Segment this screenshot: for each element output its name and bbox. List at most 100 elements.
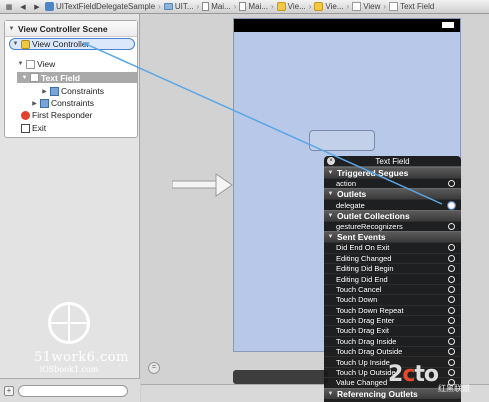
document-outline: ▼ View Controller Scene ▼ View Controlle…	[0, 14, 140, 402]
add-icon[interactable]: +	[4, 385, 14, 396]
connection-row[interactable]: Touch Drag Outside	[324, 346, 461, 356]
breadcrumb-storyboard-folder[interactable]: Mai...	[202, 2, 231, 11]
connection-row[interactable]: delegate	[324, 199, 461, 210]
breadcrumb-view[interactable]: View	[352, 2, 380, 11]
connection-row[interactable]: Editing Changed	[324, 252, 461, 263]
connection-row[interactable]: Touch Cancel	[324, 283, 461, 294]
scene-outline-box: ▼ View Controller Scene ▼ View Controlle…	[4, 20, 138, 138]
view-controller-icon	[21, 39, 30, 49]
disclosure-triangle-icon[interactable]: ▼	[327, 234, 334, 240]
connection-circle-icon[interactable]	[448, 317, 455, 325]
breadcrumb-text-field[interactable]: Text Field	[389, 2, 434, 11]
connection-circle-icon[interactable]	[448, 222, 455, 230]
text-field[interactable]	[309, 130, 375, 151]
view-controller-icon	[314, 2, 324, 11]
disclosure-triangle-icon[interactable]: ▼	[327, 170, 334, 176]
view-icon	[26, 59, 35, 69]
hud-section-header[interactable]: ▼ Triggered Segues	[324, 167, 461, 178]
connection-row[interactable]: Editing Did End	[324, 273, 461, 284]
constraints-icon	[40, 98, 49, 108]
scene-header[interactable]: ▼ View Controller Scene	[5, 21, 137, 37]
project-icon	[45, 2, 54, 11]
connection-circle-icon[interactable]	[448, 180, 455, 188]
connected-circle-icon[interactable]	[448, 201, 455, 209]
connection-row[interactable]: Touch Drag Inside	[324, 335, 461, 346]
disclosure-triangle-icon[interactable]: ▼	[327, 213, 334, 219]
forward-arrow-icon[interactable]: ▶	[31, 1, 43, 12]
breadcrumb-separator: ›	[270, 2, 274, 11]
connection-circle-icon[interactable]	[448, 348, 455, 356]
battery-icon	[442, 22, 454, 28]
disclosure-triangle-icon[interactable]: ▼	[327, 191, 334, 197]
document-icon	[239, 2, 247, 11]
hud-title-bar: × Text Field	[324, 156, 461, 167]
connection-row[interactable]: gestureRecognizers	[324, 220, 461, 231]
text-field-icon	[389, 2, 399, 11]
connection-circle-icon[interactable]	[448, 337, 455, 345]
breadcrumb-folder[interactable]: UIT...	[163, 2, 194, 11]
outline-item-text-field[interactable]: ▼ Text Field	[17, 72, 138, 83]
back-arrow-icon[interactable]: ◀	[17, 1, 29, 12]
close-icon[interactable]: ×	[327, 157, 335, 165]
outline-item-exit[interactable]: Exit	[21, 122, 46, 134]
disclosure-triangle-icon[interactable]: ▼	[8, 26, 15, 32]
breadcrumb-storyboard[interactable]: Mai...	[239, 2, 268, 11]
view-icon	[352, 2, 362, 11]
watermark: 51work6.com iOSbook1.com	[34, 302, 128, 374]
zoom-icon[interactable]: =	[148, 362, 160, 374]
disclosure-triangle-icon[interactable]: ▶	[41, 88, 48, 95]
connection-circle-icon[interactable]	[448, 358, 455, 366]
connection-circle-icon[interactable]	[448, 306, 455, 314]
connection-row[interactable]: Editing Did Begin	[324, 262, 461, 273]
breadcrumb-separator: ›	[383, 2, 387, 11]
scene-icon	[276, 2, 286, 11]
constraints-icon	[50, 86, 59, 96]
hud-section-header[interactable]: ▼ Outlet Collections	[324, 209, 461, 221]
document-icon	[202, 2, 210, 11]
connection-row[interactable]: Touch Drag Enter	[324, 314, 461, 325]
connection-row[interactable]: Touch Down Repeat	[324, 304, 461, 315]
site-logo-watermark: 2cto	[388, 362, 439, 387]
connection-circle-icon[interactable]	[448, 244, 455, 252]
breadcrumb-separator: ›	[233, 2, 237, 11]
breadcrumb-separator: ›	[308, 2, 312, 11]
site-logo-subtitle: 红黑联盟	[438, 384, 470, 393]
connection-row[interactable]: Touch Down	[324, 294, 461, 304]
exit-icon	[21, 123, 30, 133]
breadcrumb-scene[interactable]: Vie...	[276, 2, 306, 11]
connection-circle-icon[interactable]	[448, 296, 455, 304]
jump-bar: ▦ ◀ ▶ UITextFieldDelegateSample › UIT...…	[0, 0, 489, 14]
outline-item-constraints-inner[interactable]: ▶ Constraints	[41, 85, 104, 97]
outline-item-constraints-outer[interactable]: ▶ Constraints	[31, 97, 94, 109]
connection-circle-icon[interactable]	[448, 285, 455, 293]
disclosure-triangle-icon[interactable]: ▼	[12, 41, 19, 47]
status-bar	[234, 19, 460, 32]
hud-title: Text Field	[375, 156, 410, 166]
filter-input[interactable]	[18, 384, 128, 397]
hud-section-header[interactable]: ▼ Outlets	[324, 188, 461, 200]
outline-item-view[interactable]: ▼ View	[17, 58, 56, 70]
connection-circle-icon[interactable]	[448, 275, 455, 283]
text-field-icon	[30, 73, 39, 82]
disclosure-triangle-icon[interactable]: ▶	[31, 100, 38, 107]
connection-row[interactable]: Touch Drag Exit	[324, 325, 461, 335]
breadcrumb-view-controller[interactable]: Vie...	[314, 2, 344, 11]
breadcrumb-separator: ›	[158, 2, 161, 11]
watermark-logo-icon	[48, 302, 90, 344]
connection-circle-icon[interactable]	[448, 327, 455, 335]
connection-row[interactable]: action	[324, 178, 461, 188]
disclosure-triangle-icon[interactable]: ▼	[17, 61, 24, 67]
related-files-icon[interactable]: ▦	[3, 1, 15, 12]
connection-circle-icon[interactable]	[448, 254, 455, 262]
connection-circle-icon[interactable]	[448, 369, 455, 377]
scene-dock	[233, 370, 328, 384]
outline-item-view-controller[interactable]: ▼ View Controller	[9, 38, 135, 50]
disclosure-triangle-icon[interactable]: ▼	[21, 75, 28, 81]
outline-item-first-responder[interactable]: First Responder	[21, 109, 92, 121]
connection-circle-icon[interactable]	[448, 265, 455, 273]
breadcrumb-project[interactable]: UITextFieldDelegateSample	[45, 2, 155, 11]
breadcrumb-separator: ›	[196, 2, 200, 11]
disclosure-triangle-icon[interactable]: ▼	[327, 391, 334, 397]
hud-section-header[interactable]: ▼ Sent Events	[324, 231, 461, 243]
connection-row[interactable]: Did End On Exit	[324, 242, 461, 252]
